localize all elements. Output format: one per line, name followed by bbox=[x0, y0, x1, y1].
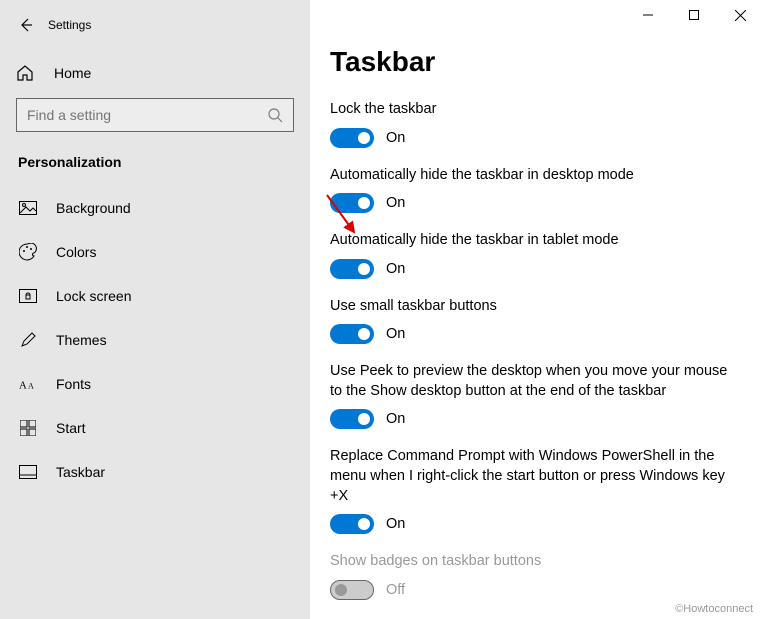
sidebar-item-colors[interactable]: Colors bbox=[0, 230, 310, 274]
sidebar-item-fonts[interactable]: AA Fonts bbox=[0, 362, 310, 406]
toggle-state: Off bbox=[386, 582, 405, 598]
toggle-peek[interactable] bbox=[330, 409, 374, 429]
svg-text:A: A bbox=[28, 382, 34, 391]
window-title: Settings bbox=[48, 18, 91, 32]
back-button[interactable] bbox=[6, 8, 46, 42]
toggle-autohide-desktop[interactable] bbox=[330, 193, 374, 213]
lock-icon bbox=[18, 289, 38, 303]
taskbar-icon bbox=[18, 465, 38, 479]
search-input[interactable] bbox=[27, 107, 267, 123]
toggle-powershell[interactable] bbox=[330, 514, 374, 534]
page-title: Taskbar bbox=[330, 46, 763, 78]
toggle-state: On bbox=[386, 326, 405, 342]
search-box[interactable] bbox=[16, 98, 294, 132]
sidebar-item-background[interactable]: Background bbox=[0, 186, 310, 230]
minimize-button[interactable] bbox=[625, 0, 671, 30]
toggle-lock-taskbar[interactable] bbox=[330, 128, 374, 148]
setting-label: Automatically hide the taskbar in deskto… bbox=[330, 166, 730, 186]
close-button[interactable] bbox=[717, 0, 763, 30]
section-header: Personalization bbox=[0, 150, 310, 186]
sidebar-item-label: Fonts bbox=[56, 376, 91, 392]
home-icon bbox=[16, 64, 36, 82]
home-label: Home bbox=[54, 65, 91, 81]
setting-label: Use Peek to preview the desktop when you… bbox=[330, 362, 730, 401]
picture-icon bbox=[18, 201, 38, 215]
toggle-state: On bbox=[386, 261, 405, 277]
maximize-button[interactable] bbox=[671, 0, 717, 30]
search-icon bbox=[267, 107, 283, 123]
sidebar-item-label: Themes bbox=[56, 332, 107, 348]
setting-label: Show badges on taskbar buttons bbox=[330, 552, 730, 572]
toggle-small-buttons[interactable] bbox=[330, 324, 374, 344]
sidebar-item-label: Background bbox=[56, 200, 131, 216]
toggle-state: On bbox=[386, 516, 405, 532]
start-icon bbox=[18, 420, 38, 436]
arrow-left-icon bbox=[18, 17, 34, 33]
font-icon: AA bbox=[18, 377, 38, 391]
setting-label: Replace Command Prompt with Windows Powe… bbox=[330, 447, 730, 506]
setting-label: Use small taskbar buttons bbox=[330, 297, 730, 317]
close-icon bbox=[735, 10, 746, 21]
sidebar-item-label: Taskbar bbox=[56, 464, 105, 480]
brush-icon bbox=[18, 331, 38, 349]
watermark: ©Howtoconnect bbox=[675, 603, 753, 615]
toggle-state: On bbox=[386, 130, 405, 146]
sidebar-item-label: Lock screen bbox=[56, 288, 131, 304]
toggle-autohide-tablet[interactable] bbox=[330, 259, 374, 279]
setting-label: Lock the taskbar bbox=[330, 100, 730, 120]
sidebar-item-start[interactable]: Start bbox=[0, 406, 310, 450]
toggle-state: On bbox=[386, 195, 405, 211]
home-nav[interactable]: Home bbox=[0, 52, 310, 94]
sidebar-item-themes[interactable]: Themes bbox=[0, 318, 310, 362]
svg-text:A: A bbox=[19, 380, 27, 392]
palette-icon bbox=[18, 243, 38, 261]
toggle-badges bbox=[330, 580, 374, 600]
setting-label: Automatically hide the taskbar in tablet… bbox=[330, 231, 730, 251]
sidebar-item-taskbar[interactable]: Taskbar bbox=[0, 450, 310, 494]
toggle-state: On bbox=[386, 411, 405, 427]
sidebar-item-label: Start bbox=[56, 420, 86, 436]
maximize-icon bbox=[689, 10, 699, 20]
sidebar-item-label: Colors bbox=[56, 244, 96, 260]
sidebar-item-lockscreen[interactable]: Lock screen bbox=[0, 274, 310, 318]
minimize-icon bbox=[643, 10, 653, 20]
